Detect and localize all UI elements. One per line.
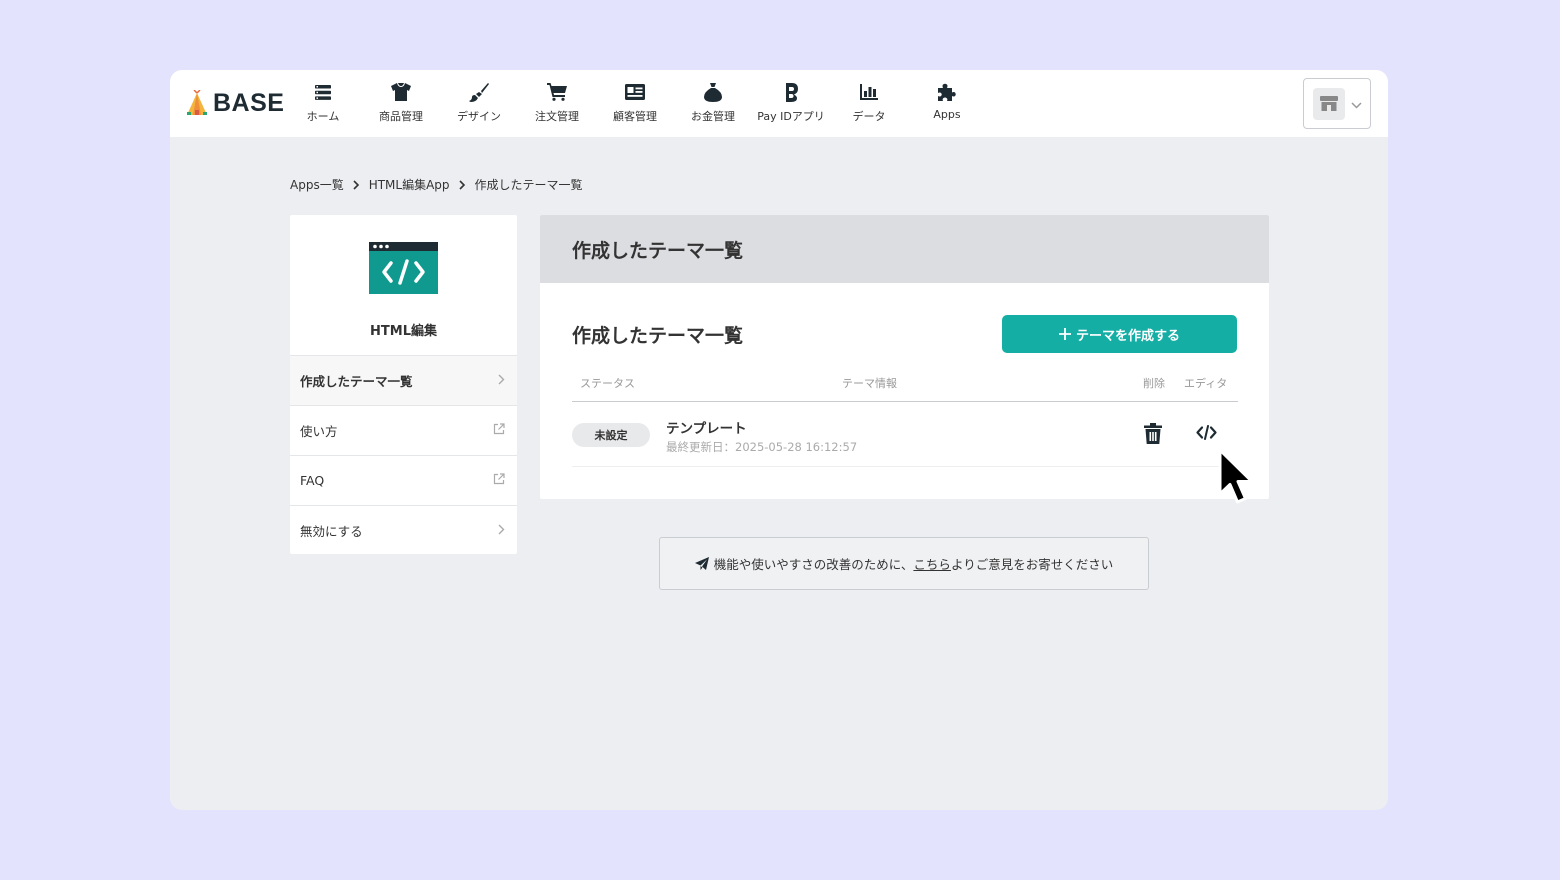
shop-avatar (1313, 87, 1345, 120)
column-header-delete: 削除 (1143, 377, 1165, 390)
id-card-icon (625, 82, 645, 102)
nav-label: 顧客管理 (613, 110, 657, 123)
nav-label: 商品管理 (379, 110, 423, 123)
external-link-icon (493, 473, 505, 488)
tent-logo-icon (187, 90, 207, 115)
sidebar-item-how-to-use[interactable]: 使い方 (290, 405, 517, 455)
external-link-icon (493, 423, 505, 438)
chevron-right-icon (458, 179, 466, 190)
store-icon (1320, 96, 1338, 111)
shop-switcher-dropdown[interactable] (1303, 78, 1371, 129)
chevron-down-icon (1351, 94, 1362, 113)
nav-label: 注文管理 (535, 110, 579, 123)
column-header-editor: エディタ (1184, 377, 1228, 390)
nav-item-apps[interactable]: Apps (908, 70, 986, 137)
mouse-cursor-icon (1218, 448, 1254, 504)
puzzle-icon (937, 82, 957, 102)
nav-label: お金管理 (691, 110, 735, 123)
sidebar-item-faq[interactable]: FAQ (290, 455, 517, 505)
base-logo[interactable]: BASE (186, 88, 284, 118)
code-editor-icon[interactable] (1196, 425, 1217, 444)
theme-updated-date: 最終更新日：2025-05-28 16:12:57 (666, 440, 858, 454)
chevron-right-icon (498, 523, 505, 538)
feedback-box: 機能や使いやすさの改善のために、 こちら よりご意見をお寄せください (659, 537, 1149, 590)
section-title: 作成したテーマ一覧 (572, 325, 744, 347)
breadcrumb-apps-list[interactable]: Apps一覧 (290, 176, 344, 193)
brush-icon (469, 82, 489, 102)
status-badge: 未設定 (572, 423, 650, 447)
sidebar-item-label: 作成したテーマ一覧 (300, 374, 413, 389)
sidebar-item-label: 無効にする (300, 524, 363, 539)
chevron-right-icon (498, 373, 505, 388)
feedback-text-after: よりご意見をお寄せください (950, 557, 1114, 572)
bar-chart-icon (859, 82, 879, 102)
payid-icon (781, 82, 801, 102)
nav-label: データ (852, 110, 886, 123)
sidebar-item-label: 使い方 (300, 424, 338, 439)
table-header: ステータス テーマ情報 削除 エディタ (572, 375, 1238, 402)
app-name: HTML編集 (370, 324, 437, 339)
sidebar-item-theme-list[interactable]: 作成したテーマ一覧 (290, 355, 517, 405)
create-theme-button[interactable]: テーマを作成する (1002, 315, 1237, 353)
html-editor-app-icon (369, 242, 438, 294)
money-bag-icon (703, 82, 723, 102)
feedback-text-before: 機能や使いやすさの改善のために、 (713, 557, 914, 572)
chevron-right-icon (353, 179, 360, 190)
app-window: BASE ホーム 商品管理 デザイン 注文管理 顧客管理 お金管理 Pay ID… (170, 70, 1388, 810)
app-sidebar: HTML編集 作成したテーマ一覧 使い方 FAQ 無効にする (290, 215, 517, 554)
top-header: BASE ホーム 商品管理 デザイン 注文管理 顧客管理 お金管理 Pay ID… (170, 70, 1388, 137)
breadcrumb-current: 作成したテーマ一覧 (474, 178, 583, 192)
theme-list-panel: 作成したテーマ一覧 作成したテーマ一覧 テーマを作成する ステータス テーマ情報… (540, 215, 1269, 499)
theme-name: テンプレート (666, 421, 747, 437)
nav-label: Pay IDアプリ (757, 110, 825, 123)
app-card: HTML編集 (290, 215, 517, 355)
cart-icon (547, 82, 567, 102)
column-header-status: ステータス (580, 377, 635, 390)
brand-name: BASE (213, 88, 285, 117)
panel-header-title: 作成したテーマ一覧 (540, 215, 1269, 283)
nav-item-products[interactable]: 商品管理 (362, 70, 440, 137)
sidebar-item-disable[interactable]: 無効にする (290, 505, 517, 555)
breadcrumb: Apps一覧 HTML編集App 作成したテーマ一覧 (290, 176, 583, 193)
nav-item-data[interactable]: データ (830, 70, 908, 137)
table-row: 未設定 テンプレート 最終更新日：2025-05-28 16:12:57 (572, 403, 1238, 467)
nav-label: ホーム (306, 110, 340, 123)
nav-item-orders[interactable]: 注文管理 (518, 70, 596, 137)
breadcrumb-html-app[interactable]: HTML編集App (369, 176, 450, 193)
plus-icon (1058, 328, 1071, 340)
nav-item-design[interactable]: デザイン (440, 70, 518, 137)
shirt-icon (391, 82, 411, 102)
nav-label: デザイン (457, 110, 501, 123)
nav-item-home[interactable]: ホーム (284, 70, 362, 137)
paper-plane-icon (694, 557, 709, 570)
sidebar-item-label: FAQ (300, 473, 325, 488)
feedback-link[interactable]: こちら (913, 554, 951, 573)
nav-label: Apps (933, 108, 961, 121)
create-theme-button-label: テーマを作成する (1075, 327, 1180, 343)
column-header-info: テーマ情報 (842, 377, 897, 390)
trash-icon[interactable] (1144, 423, 1162, 448)
nav-item-money[interactable]: お金管理 (674, 70, 752, 137)
list-icon (313, 82, 333, 102)
nav-item-payid[interactable]: Pay IDアプリ (752, 70, 830, 137)
main-nav: ホーム 商品管理 デザイン 注文管理 顧客管理 お金管理 Pay IDアプリ デ… (284, 70, 986, 137)
nav-item-customers[interactable]: 顧客管理 (596, 70, 674, 137)
